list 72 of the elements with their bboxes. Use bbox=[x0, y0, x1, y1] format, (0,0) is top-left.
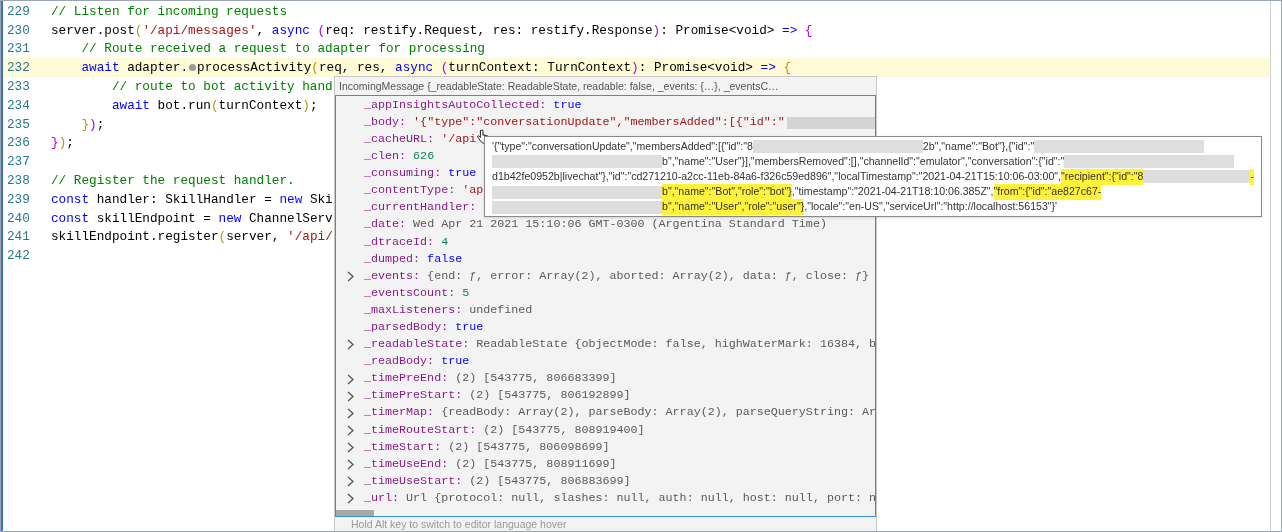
chevron-right-icon[interactable] bbox=[347, 424, 355, 436]
tooltip-text: 2b","name":"Bot"},{"id":" bbox=[922, 138, 1035, 154]
property-text: _eventsCount: 5 bbox=[364, 284, 470, 302]
code-text: skillEndpoint.register(server, '/api/ bbox=[51, 228, 333, 247]
property-text: _dumped: false bbox=[364, 250, 463, 268]
code-text: await bot.run(turnContext); bbox=[110, 96, 318, 115]
line-number: 239 bbox=[6, 190, 31, 209]
code-text: const skillEndpoint = new ChannelServ bbox=[51, 209, 333, 228]
hover-footer-hint: Hold Alt key to switch to editor language hover bbox=[350, 517, 568, 531]
property-text: _url: Url {protocol: null, slashes: null, auth: null, host: null, port: n bbox=[364, 489, 876, 507]
property-text: _timeRouteStart: (2) [543775, 808919400] bbox=[364, 421, 645, 439]
code-text: // Listen for incoming requests bbox=[51, 2, 288, 21]
property-text: _timeStart: (2) [543775, 806098699] bbox=[364, 438, 610, 456]
line-number: 241 bbox=[6, 228, 31, 247]
property-text: _cacheURL: '/api bbox=[364, 130, 477, 148]
chevron-right-icon[interactable] bbox=[347, 493, 355, 505]
line-number: 236 bbox=[6, 134, 31, 153]
chevron-right-icon[interactable] bbox=[347, 339, 355, 351]
line-number: 229 bbox=[6, 2, 31, 21]
line-number: 235 bbox=[6, 115, 31, 134]
property-text: _consuming: true bbox=[364, 165, 477, 183]
tooltip-text: "from":{"id":"ae827c67- bbox=[993, 184, 1102, 201]
code-text: processActivity(req, res, async (turnContext: TurnContext): Promise<void> => { bbox=[197, 59, 791, 78]
property-text: _date: Wed Apr 21 2021 15:10:06 GMT-0300 (Argentina Standard Time) bbox=[364, 216, 827, 234]
tooltip-text: b","name":"Bot","role":"bot"} bbox=[662, 184, 792, 201]
chevron-right-icon[interactable] bbox=[347, 476, 355, 488]
code-text: }); bbox=[51, 134, 74, 153]
scrollbar-thumb[interactable] bbox=[336, 510, 374, 516]
code-text: // route to bot activity hand bbox=[110, 78, 333, 97]
property-text: _timerMap: {readBody: Array(2), parseBody: Array(2), parseQueryString: Ar bbox=[364, 404, 876, 422]
tooltip-text: b","name":"User"}],"membersRemoved":[],"channelId":"emulator","conversation":{"id":" bbox=[662, 153, 1065, 169]
code-text: }); bbox=[80, 115, 105, 134]
property-text: _timeUseEnd: (2) [543775, 808911699] bbox=[364, 455, 617, 473]
line-number: 240 bbox=[6, 209, 31, 228]
line-number: 232 bbox=[6, 59, 31, 78]
property-text: _maxListeners: undefined bbox=[364, 301, 533, 319]
property-text: _currentHandler: bbox=[364, 199, 477, 217]
code-text: await adapter. bbox=[80, 59, 189, 78]
code-text: // Register the request handler. bbox=[51, 172, 295, 191]
property-text: _timePreStart: (2) [543775, 806192899] bbox=[364, 387, 631, 405]
property-text: _readBody: true bbox=[364, 353, 470, 371]
property-text: _appInsightsAutoCollected: true bbox=[364, 96, 582, 114]
line-number: 242 bbox=[6, 247, 31, 266]
tooltip-text: '{"type":"conversationUpdate","membersAdded":[{"id":"8 bbox=[492, 138, 753, 154]
hover-header: IncomingMessage {_readableState: ReadableState, readable: false, _events: {…}, _eventsC… bbox=[338, 79, 780, 94]
property-text: _parsedBody: true bbox=[364, 319, 484, 336]
property-text: _body: '{"type":"conversationUpdate","membersAdded":[{"id":" bbox=[364, 113, 785, 131]
tooltip-text: - bbox=[1250, 169, 1254, 185]
line-number: 237 bbox=[6, 153, 31, 172]
line-number: 230 bbox=[6, 21, 31, 40]
property-text: _clen: 626 bbox=[364, 148, 435, 166]
chevron-right-icon[interactable] bbox=[347, 390, 355, 402]
tooltip-text: b","name":"User","role":"user"} bbox=[662, 199, 805, 216]
line-number: 231 bbox=[6, 40, 31, 59]
code-text: server.post('/api/messages', async (req: restify.Request, res: restify.Response): Promise<void> => { bbox=[51, 21, 813, 40]
tooltip-text: ,"locale":"en-US","serviceUrl":"http://localhost:56153"}' bbox=[804, 199, 1058, 215]
chevron-right-icon[interactable] bbox=[347, 271, 355, 282]
chevron-right-icon[interactable] bbox=[347, 407, 355, 419]
property-text: _contentType: 'ap bbox=[364, 182, 484, 200]
chevron-right-icon[interactable] bbox=[347, 373, 355, 385]
property-text: _dtraceId: 4 bbox=[364, 233, 449, 251]
line-number: 233 bbox=[6, 78, 31, 97]
code-text: const handler: SkillHandler = new Ski bbox=[51, 190, 333, 209]
tooltip-text: "recipient":{"id":"8 bbox=[1061, 169, 1144, 185]
line-number: 234 bbox=[6, 96, 31, 115]
property-text: _timeUseStart: (2) [543775, 806883699] bbox=[364, 472, 631, 490]
chevron-right-icon[interactable] bbox=[347, 441, 355, 453]
chevron-right-icon[interactable] bbox=[347, 459, 355, 470]
property-text: _events: {end: ƒ, error: Array(2), aborted: Array(2), data: ƒ, close: ƒ} bbox=[364, 267, 869, 285]
line-number: 238 bbox=[6, 172, 31, 191]
code-text: // Route received a request to adapter for processing bbox=[80, 40, 485, 59]
property-text: _timePreEnd: (2) [543775, 806683399] bbox=[364, 370, 617, 388]
